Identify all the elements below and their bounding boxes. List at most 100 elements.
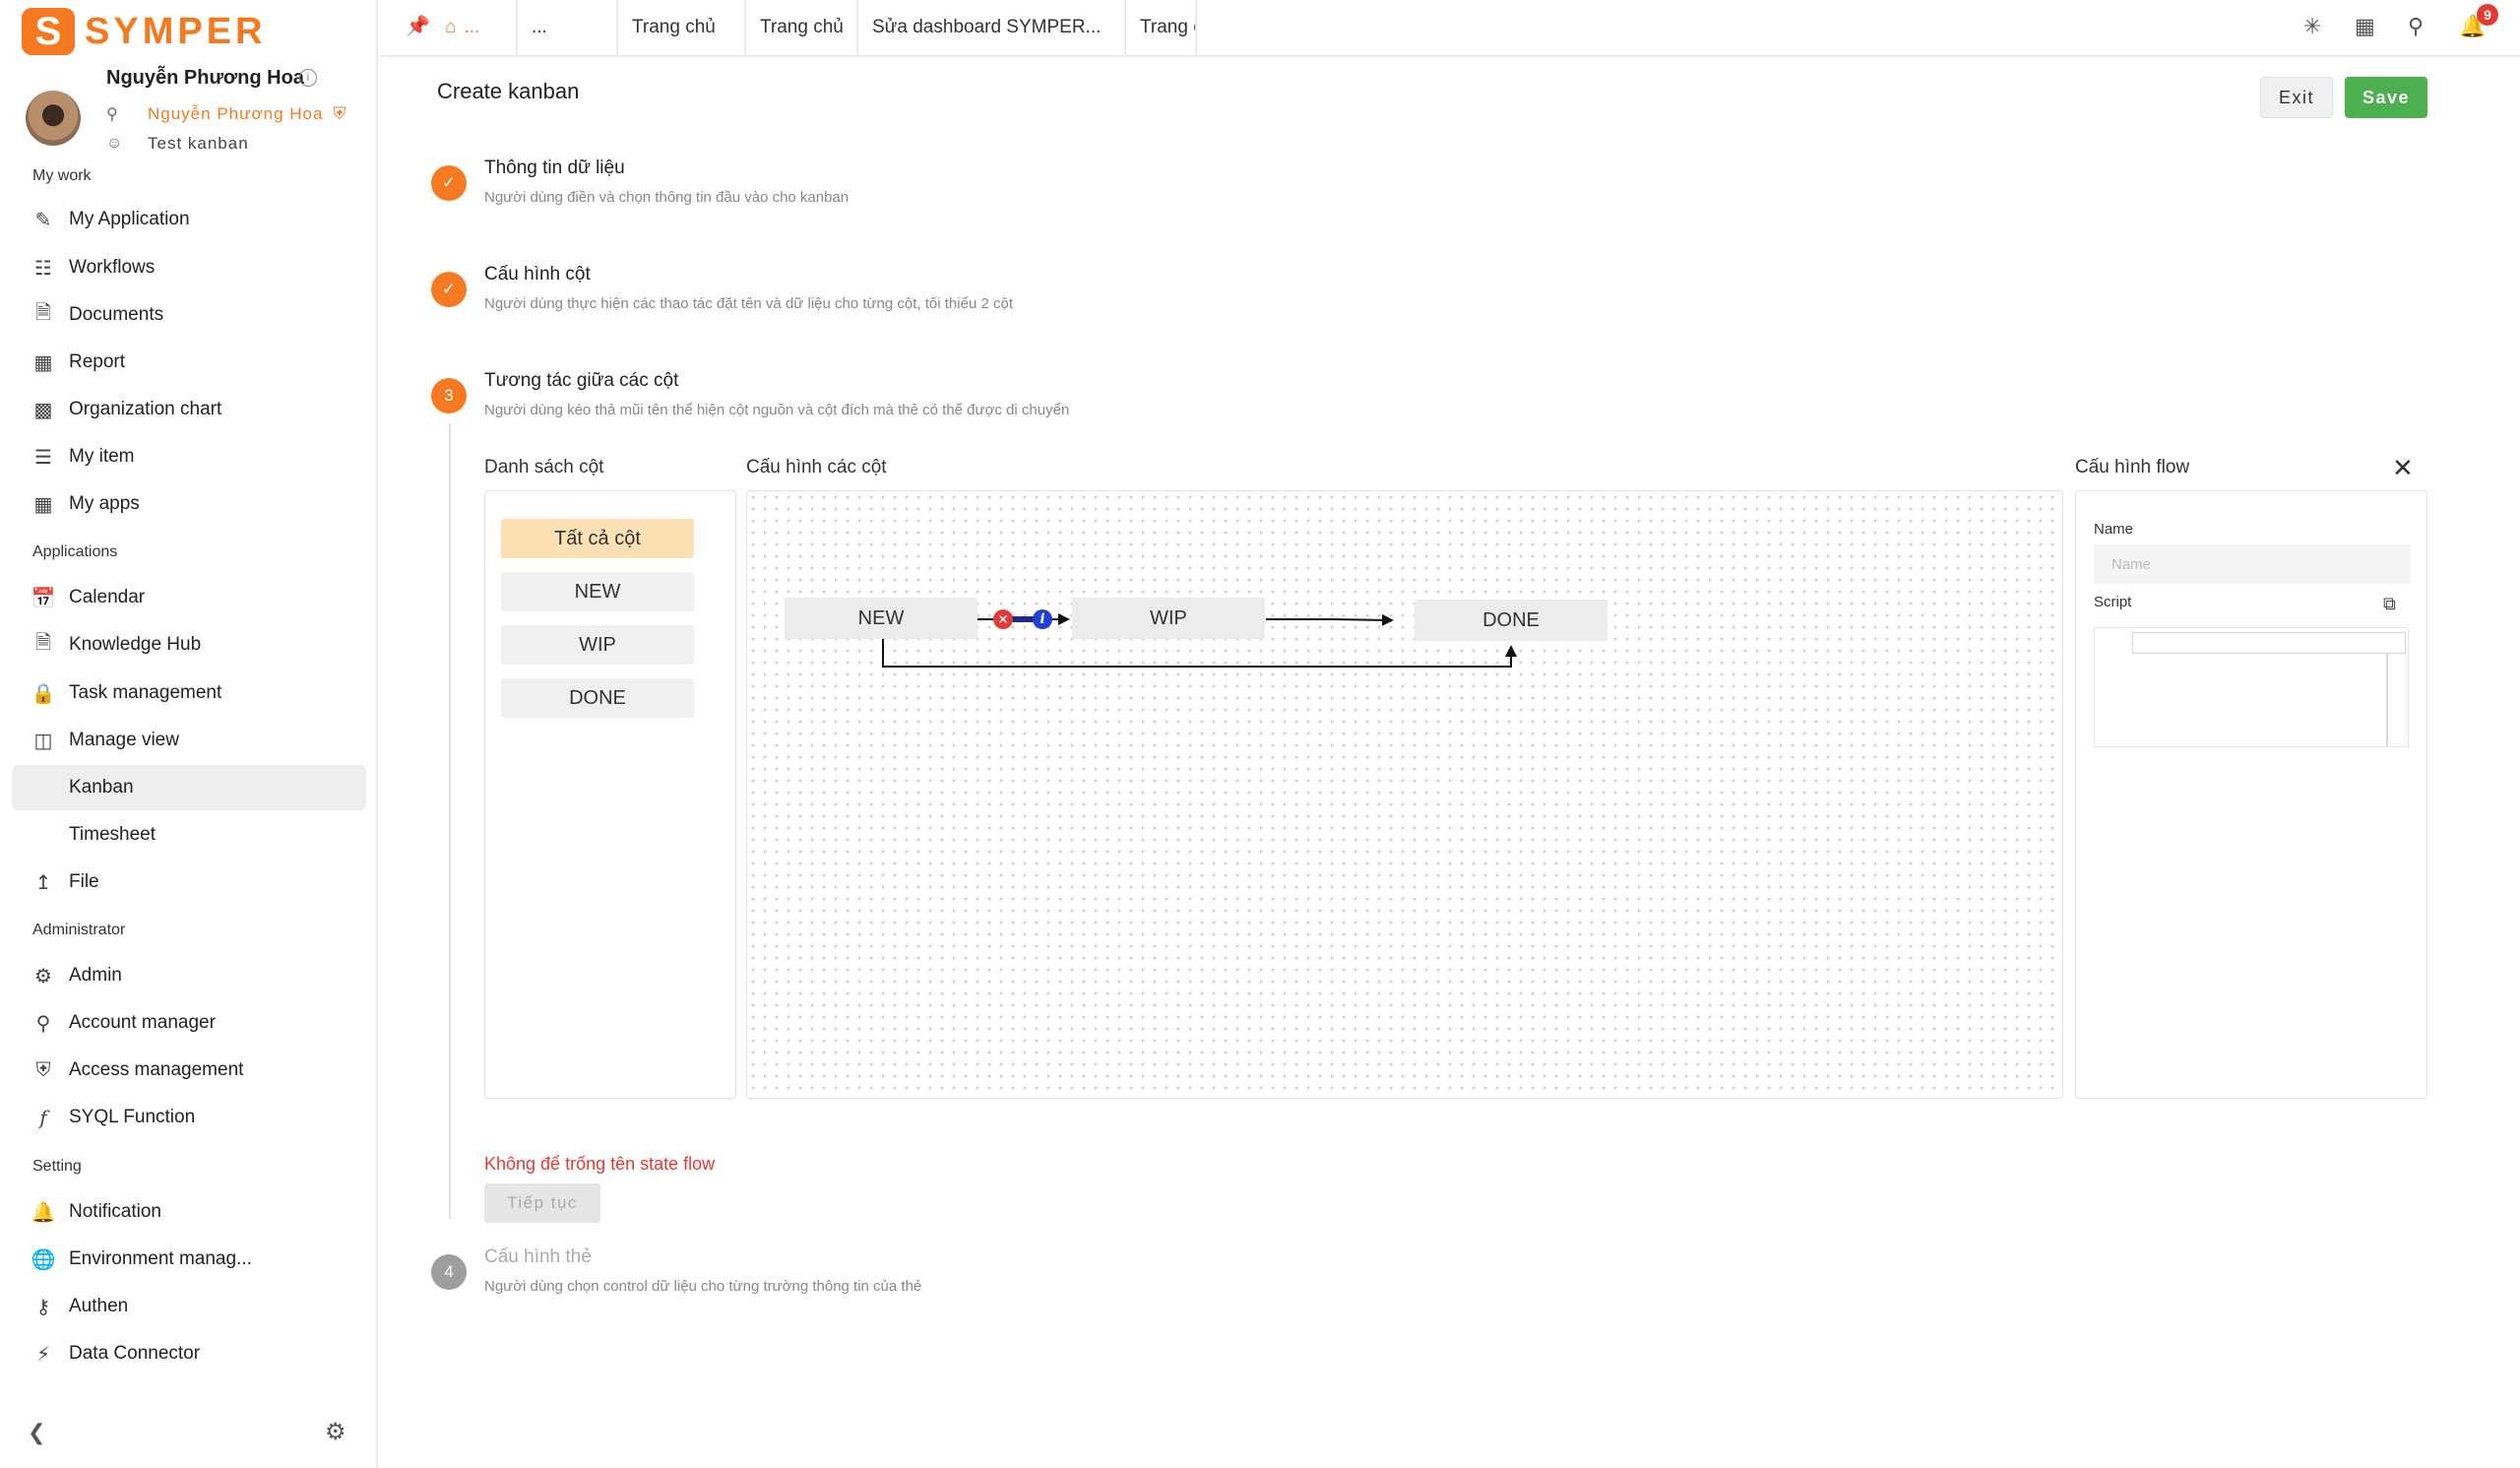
sidebar-item-label: Documents <box>69 304 164 325</box>
user-role-row[interactable]: ⚲ Nguyễn Phương Hoa ⛨ <box>106 104 346 124</box>
tab-item[interactable]: Trang chủ <box>618 0 746 55</box>
sidebar-item-authen[interactable]: ⚷ Authen <box>12 1284 366 1329</box>
save-button[interactable]: Save <box>2345 77 2427 118</box>
sidebar-item-knowledge-hub[interactable]: 🗎 Knowledge Hub <box>12 622 366 668</box>
sidebar-item-admin[interactable]: ⚙ Admin <box>12 953 366 998</box>
apps-grid-icon[interactable]: ▦ <box>2355 14 2375 39</box>
sidebar-item-label: Timesheet <box>69 824 156 845</box>
arrow-wip-to-done <box>1266 613 1394 626</box>
canvas-label: Cấu hình các cột <box>746 457 887 478</box>
shield-icon: ⛨ <box>35 1058 51 1081</box>
flow-node-new[interactable]: NEW <box>785 598 977 639</box>
script-editor-line <box>2132 632 2406 654</box>
expand-editor-icon[interactable]: ⧉ <box>2383 594 2396 614</box>
sidebar-item-access-management[interactable]: ⛨ Access management <box>12 1048 366 1093</box>
sidebar-item-my-item[interactable]: ☰ My item <box>12 434 366 479</box>
sidebar-item-label: My apps <box>69 493 140 514</box>
sparkle-icon[interactable]: ✳ <box>2303 14 2321 39</box>
tab-item[interactable]: ... <box>518 0 618 55</box>
sidebar-item-label: Report <box>69 351 126 372</box>
tab-bar: 📌 ⌂ ... ... Trang chủ Trang chủ Sửa dash… <box>380 0 2520 57</box>
user-name: Nguyễn Phương Hoa <box>106 67 304 89</box>
sidebar-item-file[interactable]: ↥ File <box>12 860 366 905</box>
script-editor-scrollbar[interactable] <box>2386 654 2388 746</box>
validation-error: Không để trống tên state flow <box>484 1154 716 1174</box>
flow-node-done[interactable]: DONE <box>1415 600 1607 641</box>
step-4-desc: Người dùng chọn control dữ liệu cho từng… <box>484 1278 922 1295</box>
upload-icon: ↥ <box>34 871 52 894</box>
step-3-desc: Người dùng kéo thả mũi tên thể hiện cột … <box>484 402 1070 418</box>
collapse-sidebar-icon[interactable]: ❮ <box>28 1420 45 1445</box>
close-icon[interactable]: ✕ <box>2392 453 2414 483</box>
search-icon[interactable]: ⚲ <box>2408 14 2424 39</box>
step-4-title[interactable]: Cấu hình thẻ <box>484 1246 592 1268</box>
document-icon: 🗎 <box>34 302 52 324</box>
sidebar-item-documents[interactable]: 🗎 Documents <box>12 292 366 338</box>
application-icon: ✎ <box>34 209 52 231</box>
report-icon: ▦ <box>33 351 53 374</box>
continue-button[interactable]: Tiếp tục <box>484 1183 600 1223</box>
settings-icon[interactable]: ⚙ <box>325 1418 346 1446</box>
script-editor[interactable] <box>2094 627 2409 747</box>
sidebar-item-my-apps[interactable]: ▦ My apps <box>12 481 366 527</box>
sidebar-item-label: Knowledge Hub <box>69 634 202 655</box>
sidebar-item-data-connector[interactable]: ⚡ Data Connector <box>12 1331 366 1376</box>
current-app-row[interactable]: ☺ Test kanban <box>106 134 249 154</box>
sidebar-item-label: Kanban <box>69 777 134 798</box>
sidebar-item-syql-function[interactable]: f SYQL Function <box>12 1095 366 1140</box>
step-1-check-icon: ✓ <box>431 165 467 201</box>
info-icon[interactable]: i <box>299 69 317 87</box>
sidebar-item-manage-view[interactable]: ◫ Manage view <box>12 718 366 763</box>
tab-item[interactable]: Trang c <box>1126 0 1197 55</box>
sidebar-item-calendar[interactable]: 📅 Calendar <box>12 575 366 620</box>
column-chip-done[interactable]: DONE <box>501 678 694 718</box>
account-circle-icon: ☺ <box>106 135 123 152</box>
sidebar-item-label: My Application <box>69 209 190 229</box>
user-switch-icon: ⚲ <box>106 106 118 123</box>
sidebar-item-label: Notification <box>69 1201 161 1222</box>
step-3-title[interactable]: Tương tác giữa các cột <box>484 370 678 392</box>
sidebar-item-account-manager[interactable]: ⚲ Account manager <box>12 1000 366 1046</box>
sidebar-item-report[interactable]: ▦ Report <box>12 340 366 385</box>
sidebar-item-kanban[interactable]: Kanban <box>12 765 366 810</box>
step-1-title[interactable]: Thông tin dữ liệu <box>484 158 625 179</box>
sidebar-item-my-application[interactable]: ✎ My Application <box>12 197 366 242</box>
sidebar-item-label: Organization chart <box>69 399 222 419</box>
step-2-title[interactable]: Cấu hình cột <box>484 264 591 286</box>
avatar[interactable] <box>26 91 81 146</box>
pin-icon[interactable]: 📌 <box>406 14 430 38</box>
sidebar-item-label: Environment manag... <box>69 1248 252 1269</box>
flow-info-icon[interactable]: i <box>1033 609 1052 629</box>
section-my-work: My work <box>32 167 92 184</box>
logo-text: SYMPER <box>85 10 267 52</box>
flow-canvas[interactable]: NEW WIP DONE ✕ i <box>746 490 2063 1099</box>
sidebar-item-organization-chart[interactable]: ▩ Organization chart <box>12 387 366 432</box>
flow-node-wip[interactable]: WIP <box>1072 598 1265 639</box>
tab-item[interactable]: Trang chủ <box>746 0 858 55</box>
exit-button[interactable]: Exit <box>2260 77 2333 118</box>
sidebar-item-label: My item <box>69 446 135 467</box>
knowledge-icon: 🗎 <box>34 632 52 654</box>
current-app: Test kanban <box>148 134 249 153</box>
column-chip-all[interactable]: Tất cả cột <box>501 519 694 558</box>
sidebar-item-timesheet[interactable]: Timesheet <box>12 812 366 858</box>
column-chip-new[interactable]: NEW <box>501 572 694 611</box>
sidebar-item-task-management[interactable]: 🔒 Task management <box>12 670 366 716</box>
remove-flow-icon[interactable]: ✕ <box>993 609 1013 629</box>
sidebar-item-label: Task management <box>69 682 222 703</box>
sidebar-item-environment-manager[interactable]: 🌐 Environment manag... <box>12 1237 366 1282</box>
tab-item[interactable]: Sửa dashboard SYMPER... <box>858 0 1126 55</box>
symper-logo[interactable]: S SYMPER <box>22 8 266 55</box>
bell-icon: 🔔 <box>31 1201 56 1224</box>
step-2-desc: Người dùng thực hiện các thao tác đặt tê… <box>484 295 1013 312</box>
sidebar-item-label: Authen <box>69 1296 129 1316</box>
list-icon: ☰ <box>34 446 52 469</box>
column-chip-wip[interactable]: WIP <box>501 625 694 665</box>
flow-name-input[interactable] <box>2094 544 2411 584</box>
tab-home[interactable]: ⌂ ... <box>431 0 518 55</box>
sidebar-item-workflows[interactable]: ☷ Workflows <box>12 245 366 290</box>
sidebar-item-label: Workflows <box>69 257 156 278</box>
sidebar-item-notification[interactable]: 🔔 Notification <box>12 1189 366 1235</box>
sidebar: S SYMPER Nguyễn Phương Hoa i ⚲ Nguyễn Ph… <box>0 0 378 1468</box>
globe-icon: 🌐 <box>31 1248 56 1271</box>
